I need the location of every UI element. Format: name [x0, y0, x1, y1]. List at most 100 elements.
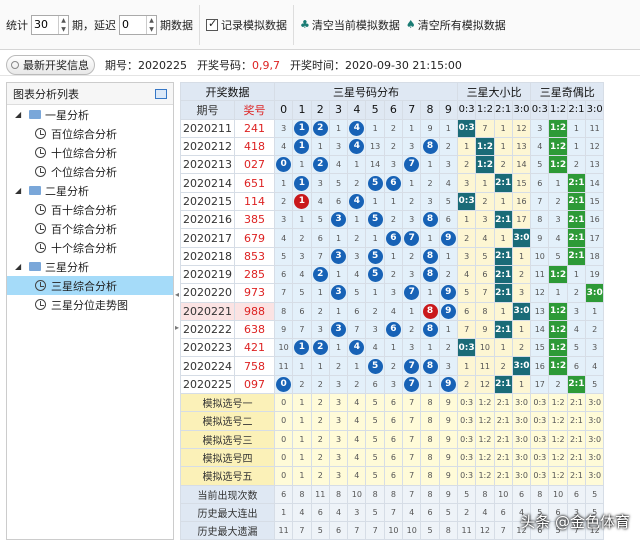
- tree-item[interactable]: 三星分位走势图: [7, 295, 173, 314]
- sim-digit-cell[interactable]: 1: [292, 447, 312, 468]
- sim-digit-cell[interactable]: 2: [310, 393, 330, 413]
- sim-digit-cell[interactable]: 9: [438, 393, 458, 413]
- tree-group[interactable]: ◢ 三星分析: [7, 257, 173, 276]
- sim-ratio-cell[interactable]: 0:3: [456, 393, 477, 413]
- sim-digit-cell[interactable]: 2: [310, 411, 330, 431]
- sim-ratio-cell[interactable]: 0:3: [530, 429, 550, 449]
- sim-digit-cell[interactable]: 0: [273, 393, 294, 413]
- collapse-left-icon[interactable]: ◂: [175, 290, 179, 299]
- sim-ratio-cell[interactable]: 0:3: [456, 411, 477, 431]
- simulation-row[interactable]: 模拟选号二 0 1 2 3 4 5 6 7 8 9 0:3 1:2 2:1 3:0 0:3 1:2 2:1 3:0: [180, 411, 605, 431]
- sim-ratio-cell[interactable]: 3:0: [585, 429, 605, 449]
- sim-digit-cell[interactable]: 1: [292, 393, 312, 413]
- tree-group[interactable]: ◢ 一星分析: [7, 105, 173, 124]
- sim-ratio-cell[interactable]: 2:1: [493, 411, 513, 431]
- sim-ratio-cell[interactable]: 1:2: [475, 411, 495, 431]
- sim-digit-cell[interactable]: 4: [347, 411, 367, 431]
- sim-digit-cell[interactable]: 7: [402, 429, 422, 449]
- sim-digit-cell[interactable]: 3: [328, 466, 349, 486]
- tree-item[interactable]: 百位综合分析: [7, 124, 173, 143]
- sim-digit-cell[interactable]: 5: [365, 411, 385, 431]
- sim-ratio-cell[interactable]: 2:1: [493, 466, 513, 486]
- sim-ratio-cell[interactable]: 1:2: [548, 393, 568, 413]
- sim-digit-cell[interactable]: 0: [273, 411, 294, 431]
- sim-ratio-cell[interactable]: 2:1: [493, 429, 513, 449]
- sim-digit-cell[interactable]: 2: [310, 466, 330, 486]
- sim-digit-cell[interactable]: 4: [347, 393, 367, 413]
- tree-item[interactable]: 百个综合分析: [7, 219, 173, 238]
- sim-digit-cell[interactable]: 6: [383, 393, 404, 413]
- sim-digit-cell[interactable]: 8: [420, 429, 440, 449]
- sim-digit-cell[interactable]: 7: [402, 393, 422, 413]
- up-arrow-icon[interactable]: ▲: [59, 16, 68, 25]
- sim-digit-cell[interactable]: 3: [328, 447, 349, 468]
- sim-digit-cell[interactable]: 7: [402, 447, 422, 468]
- tree-group[interactable]: ◢ 二星分析: [7, 181, 173, 200]
- sim-digit-cell[interactable]: 7: [402, 466, 422, 486]
- sim-ratio-cell[interactable]: 3:0: [511, 393, 532, 413]
- sim-digit-cell[interactable]: 9: [438, 411, 458, 431]
- sim-digit-cell[interactable]: 6: [383, 411, 404, 431]
- sim-ratio-cell[interactable]: 1:2: [475, 429, 495, 449]
- sim-ratio-cell[interactable]: 0:3: [530, 393, 550, 413]
- sim-ratio-cell[interactable]: 2:1: [566, 466, 587, 486]
- tree-item[interactable]: 十个综合分析: [7, 238, 173, 257]
- tree-item[interactable]: 十位综合分析: [7, 143, 173, 162]
- sim-digit-cell[interactable]: 0: [273, 447, 294, 468]
- sim-ratio-cell[interactable]: 3:0: [511, 411, 532, 431]
- sim-ratio-cell[interactable]: 3:0: [585, 393, 605, 413]
- sim-digit-cell[interactable]: 2: [310, 447, 330, 468]
- sim-ratio-cell[interactable]: 0:3: [530, 466, 550, 486]
- sim-digit-cell[interactable]: 4: [347, 466, 367, 486]
- sim-digit-cell[interactable]: 8: [420, 466, 440, 486]
- checkbox-icon[interactable]: [206, 17, 218, 31]
- latest-draw-button[interactable]: 最新开奖信息: [6, 54, 95, 75]
- sim-digit-cell[interactable]: 3: [328, 411, 349, 431]
- sim-digit-cell[interactable]: 5: [365, 393, 385, 413]
- collapse-icon[interactable]: ◢: [15, 110, 25, 119]
- sim-ratio-cell[interactable]: 1:2: [475, 393, 495, 413]
- clear-all-button[interactable]: ♠ 清空所有模拟数据: [406, 17, 506, 33]
- simulation-row[interactable]: 模拟选号四 0 1 2 3 4 5 6 7 8 9 0:3 1:2 2:1 3:0 0:3 1:2 2:1 3:0: [180, 447, 605, 468]
- sim-ratio-cell[interactable]: 0:3: [456, 429, 477, 449]
- sim-ratio-cell[interactable]: 3:0: [511, 466, 532, 486]
- sim-ratio-cell[interactable]: 2:1: [566, 411, 587, 431]
- sim-ratio-cell[interactable]: 2:1: [493, 447, 513, 468]
- sim-ratio-cell[interactable]: 0:3: [530, 447, 550, 468]
- down-arrow-icon[interactable]: ▼: [147, 25, 156, 34]
- down-arrow-icon[interactable]: ▼: [59, 25, 68, 34]
- sim-digit-cell[interactable]: 5: [365, 429, 385, 449]
- sim-digit-cell[interactable]: 9: [438, 429, 458, 449]
- simulation-row[interactable]: 模拟选号五 0 1 2 3 4 5 6 7 8 9 0:3 1:2 2:1 3:0 0:3 1:2 2:1 3:0: [180, 466, 605, 486]
- simulation-row[interactable]: 模拟选号三 0 1 2 3 4 5 6 7 8 9 0:3 1:2 2:1 3:0 0:3 1:2 2:1 3:0: [180, 429, 605, 449]
- sim-ratio-cell[interactable]: 2:1: [566, 447, 587, 468]
- sim-digit-cell[interactable]: 3: [328, 429, 349, 449]
- sim-ratio-cell[interactable]: 1:2: [475, 466, 495, 486]
- clear-current-button[interactable]: ♣ 清空当前模拟数据: [300, 17, 400, 33]
- collapse-icon[interactable]: ◢: [15, 262, 25, 271]
- sim-digit-cell[interactable]: 0: [273, 466, 294, 486]
- sim-digit-cell[interactable]: 9: [438, 466, 458, 486]
- sim-digit-cell[interactable]: 7: [402, 411, 422, 431]
- sim-ratio-cell[interactable]: 1:2: [548, 411, 568, 431]
- collapse-icon[interactable]: ◢: [15, 186, 25, 195]
- sim-digit-cell[interactable]: 0: [273, 429, 294, 449]
- expand-right-icon[interactable]: ▸: [175, 323, 179, 332]
- up-arrow-icon[interactable]: ▲: [147, 16, 156, 25]
- sim-ratio-cell[interactable]: 3:0: [585, 411, 605, 431]
- sim-digit-cell[interactable]: 9: [438, 447, 458, 468]
- sim-ratio-cell[interactable]: 3:0: [585, 447, 605, 468]
- periods-input[interactable]: [32, 15, 58, 34]
- sim-ratio-cell[interactable]: 1:2: [548, 447, 568, 468]
- tree-item[interactable]: 三星综合分析: [7, 276, 173, 295]
- sim-digit-cell[interactable]: 5: [365, 466, 385, 486]
- sim-digit-cell[interactable]: 6: [383, 466, 404, 486]
- sim-digit-cell[interactable]: 8: [420, 411, 440, 431]
- sim-ratio-cell[interactable]: 3:0: [585, 466, 605, 486]
- tree-item[interactable]: 百十综合分析: [7, 200, 173, 219]
- sim-digit-cell[interactable]: 4: [347, 447, 367, 468]
- sim-digit-cell[interactable]: 1: [292, 411, 312, 431]
- record-checkbox-group[interactable]: 记录模拟数据: [200, 0, 293, 49]
- sim-digit-cell[interactable]: 6: [383, 429, 404, 449]
- sim-digit-cell[interactable]: 5: [365, 447, 385, 468]
